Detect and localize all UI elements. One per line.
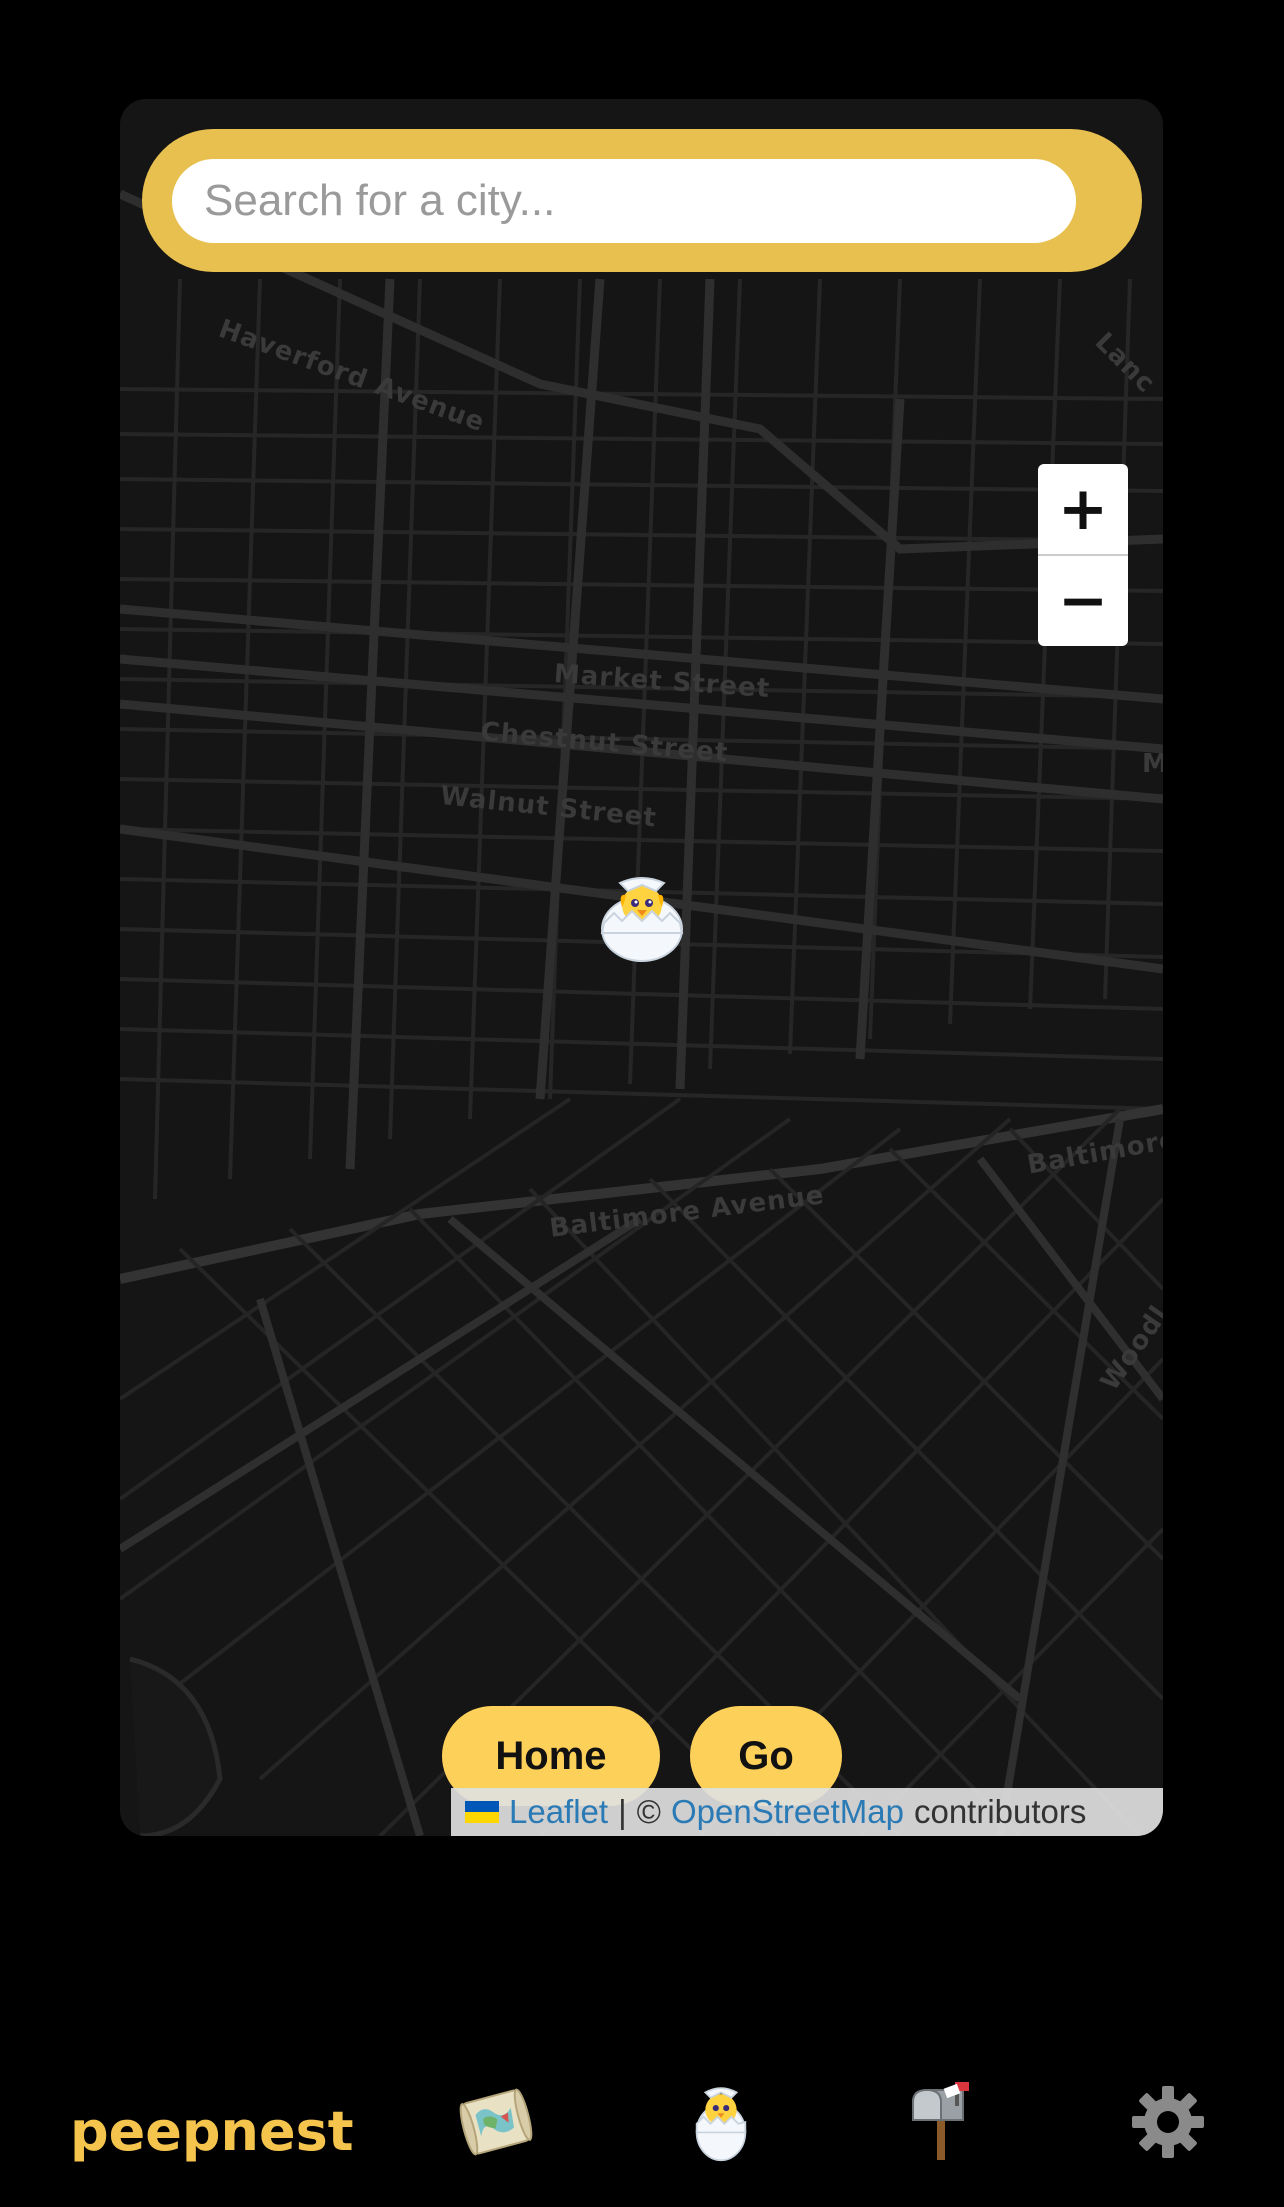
attribution-separator: | [618,1793,627,1830]
nav-item-settings[interactable] [1128,2082,1208,2162]
search-bar [142,129,1142,272]
map-view[interactable]: Haverford Avenue Market Street Chestnut … [120,99,1163,1836]
openstreetmap-link[interactable]: OpenStreetMap [671,1793,904,1831]
street-label-m: M [1142,749,1163,779]
city-search-input[interactable] [172,159,1076,243]
gear-icon [1132,2086,1204,2158]
nav-item-mail[interactable] [903,2082,983,2162]
nav-item-map[interactable] [456,2082,536,2162]
hatching-chick-icon [600,877,684,962]
zoom-control: + − [1038,464,1128,646]
brand-logo-text[interactable]: peepnest [70,2100,354,2163]
hatching-chick-marker[interactable] [596,873,688,965]
attribution-suffix: contributors [913,1793,1087,1830]
zoom-out-button[interactable]: − [1038,556,1128,646]
bottom-navigation: peepnest [0,2040,1284,2207]
zoom-in-button[interactable]: + [1038,464,1128,554]
copyright-symbol: © [636,1793,661,1830]
mailbox-icon [912,2082,969,2160]
nav-item-nest[interactable] [681,2082,761,2162]
ukraine-flag-icon [465,1801,499,1823]
hatching-chick-icon [695,2087,747,2162]
map-attribution: Leaflet | © OpenStreetMap contributors [451,1788,1163,1836]
map-scroll-icon [459,2088,533,2156]
leaflet-link[interactable]: Leaflet [509,1793,608,1831]
